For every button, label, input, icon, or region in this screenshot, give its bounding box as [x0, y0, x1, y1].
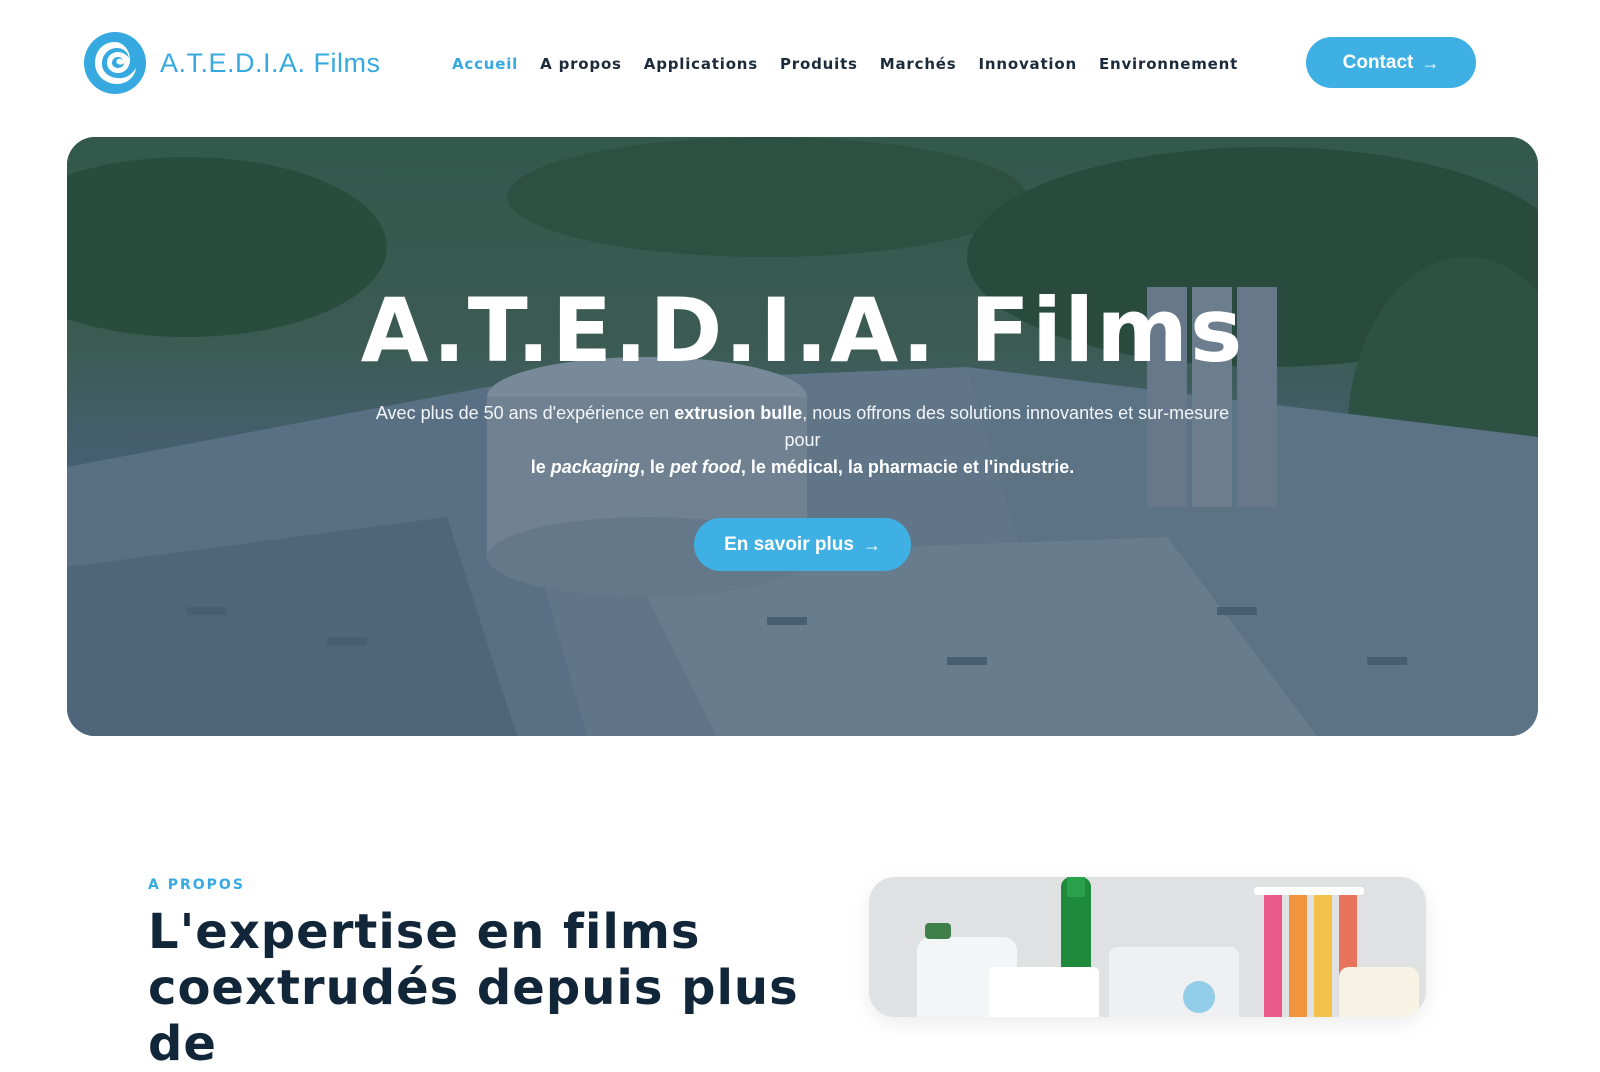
wave-logo-icon	[84, 32, 146, 94]
nav-item-a-propos[interactable]: A propos	[540, 55, 622, 73]
nav-item-produits[interactable]: Produits	[780, 55, 858, 73]
hero-title: A.T.E.D.I.A. Films	[360, 279, 1245, 382]
learn-more-label: En savoir plus	[724, 533, 854, 555]
nav-item-environnement[interactable]: Environnement	[1099, 55, 1238, 73]
about-heading: L'expertise en films coextrudés depuis p…	[148, 904, 799, 1072]
hero-subtitle-italic: pet food	[669, 457, 741, 477]
about-eyebrow: A PROPOS	[148, 877, 245, 893]
hero-subtitle: Avec plus de 50 ans d'expérience en extr…	[367, 400, 1238, 481]
nav-item-applications[interactable]: Applications	[644, 55, 758, 73]
packaging-products-image	[869, 877, 1426, 1017]
site-header: A.T.E.D.I.A. Films Accueil A propos Appl…	[0, 0, 1600, 130]
nav-item-marches[interactable]: Marchés	[880, 55, 957, 73]
arrow-right-icon: →	[862, 534, 881, 555]
logo-wordmark: A.T.E.D.I.A. Films	[160, 47, 381, 78]
hero-subtitle-text: , nous offrons des solutions innovantes …	[784, 403, 1230, 450]
main-nav: Accueil A propos Applications Produits M…	[452, 55, 1238, 73]
packaging-illustration	[869, 877, 1426, 1017]
hero-subtitle-bold: extrusion bulle	[674, 403, 803, 423]
learn-more-button[interactable]: En savoir plus →	[694, 518, 911, 571]
nav-item-accueil[interactable]: Accueil	[452, 55, 518, 73]
contact-button[interactable]: Contact →	[1306, 37, 1476, 88]
hero-subtitle-text: Avec plus de 50 ans d'expérience en	[375, 403, 675, 423]
hero-subtitle-bold: , le médical, la pharmacie et l'industri…	[740, 457, 1075, 477]
nav-item-innovation[interactable]: Innovation	[979, 55, 1077, 73]
arrow-right-icon: →	[1421, 52, 1440, 73]
site-logo[interactable]: A.T.E.D.I.A. Films	[82, 30, 381, 96]
hero-banner: A.T.E.D.I.A. Films Avec plus de 50 ans d…	[67, 137, 1538, 736]
hero-subtitle-bold: , le	[639, 457, 670, 477]
hero-subtitle-bold: le	[530, 457, 551, 477]
hero-subtitle-italic: packaging	[550, 457, 640, 477]
contact-button-label: Contact	[1342, 51, 1414, 73]
